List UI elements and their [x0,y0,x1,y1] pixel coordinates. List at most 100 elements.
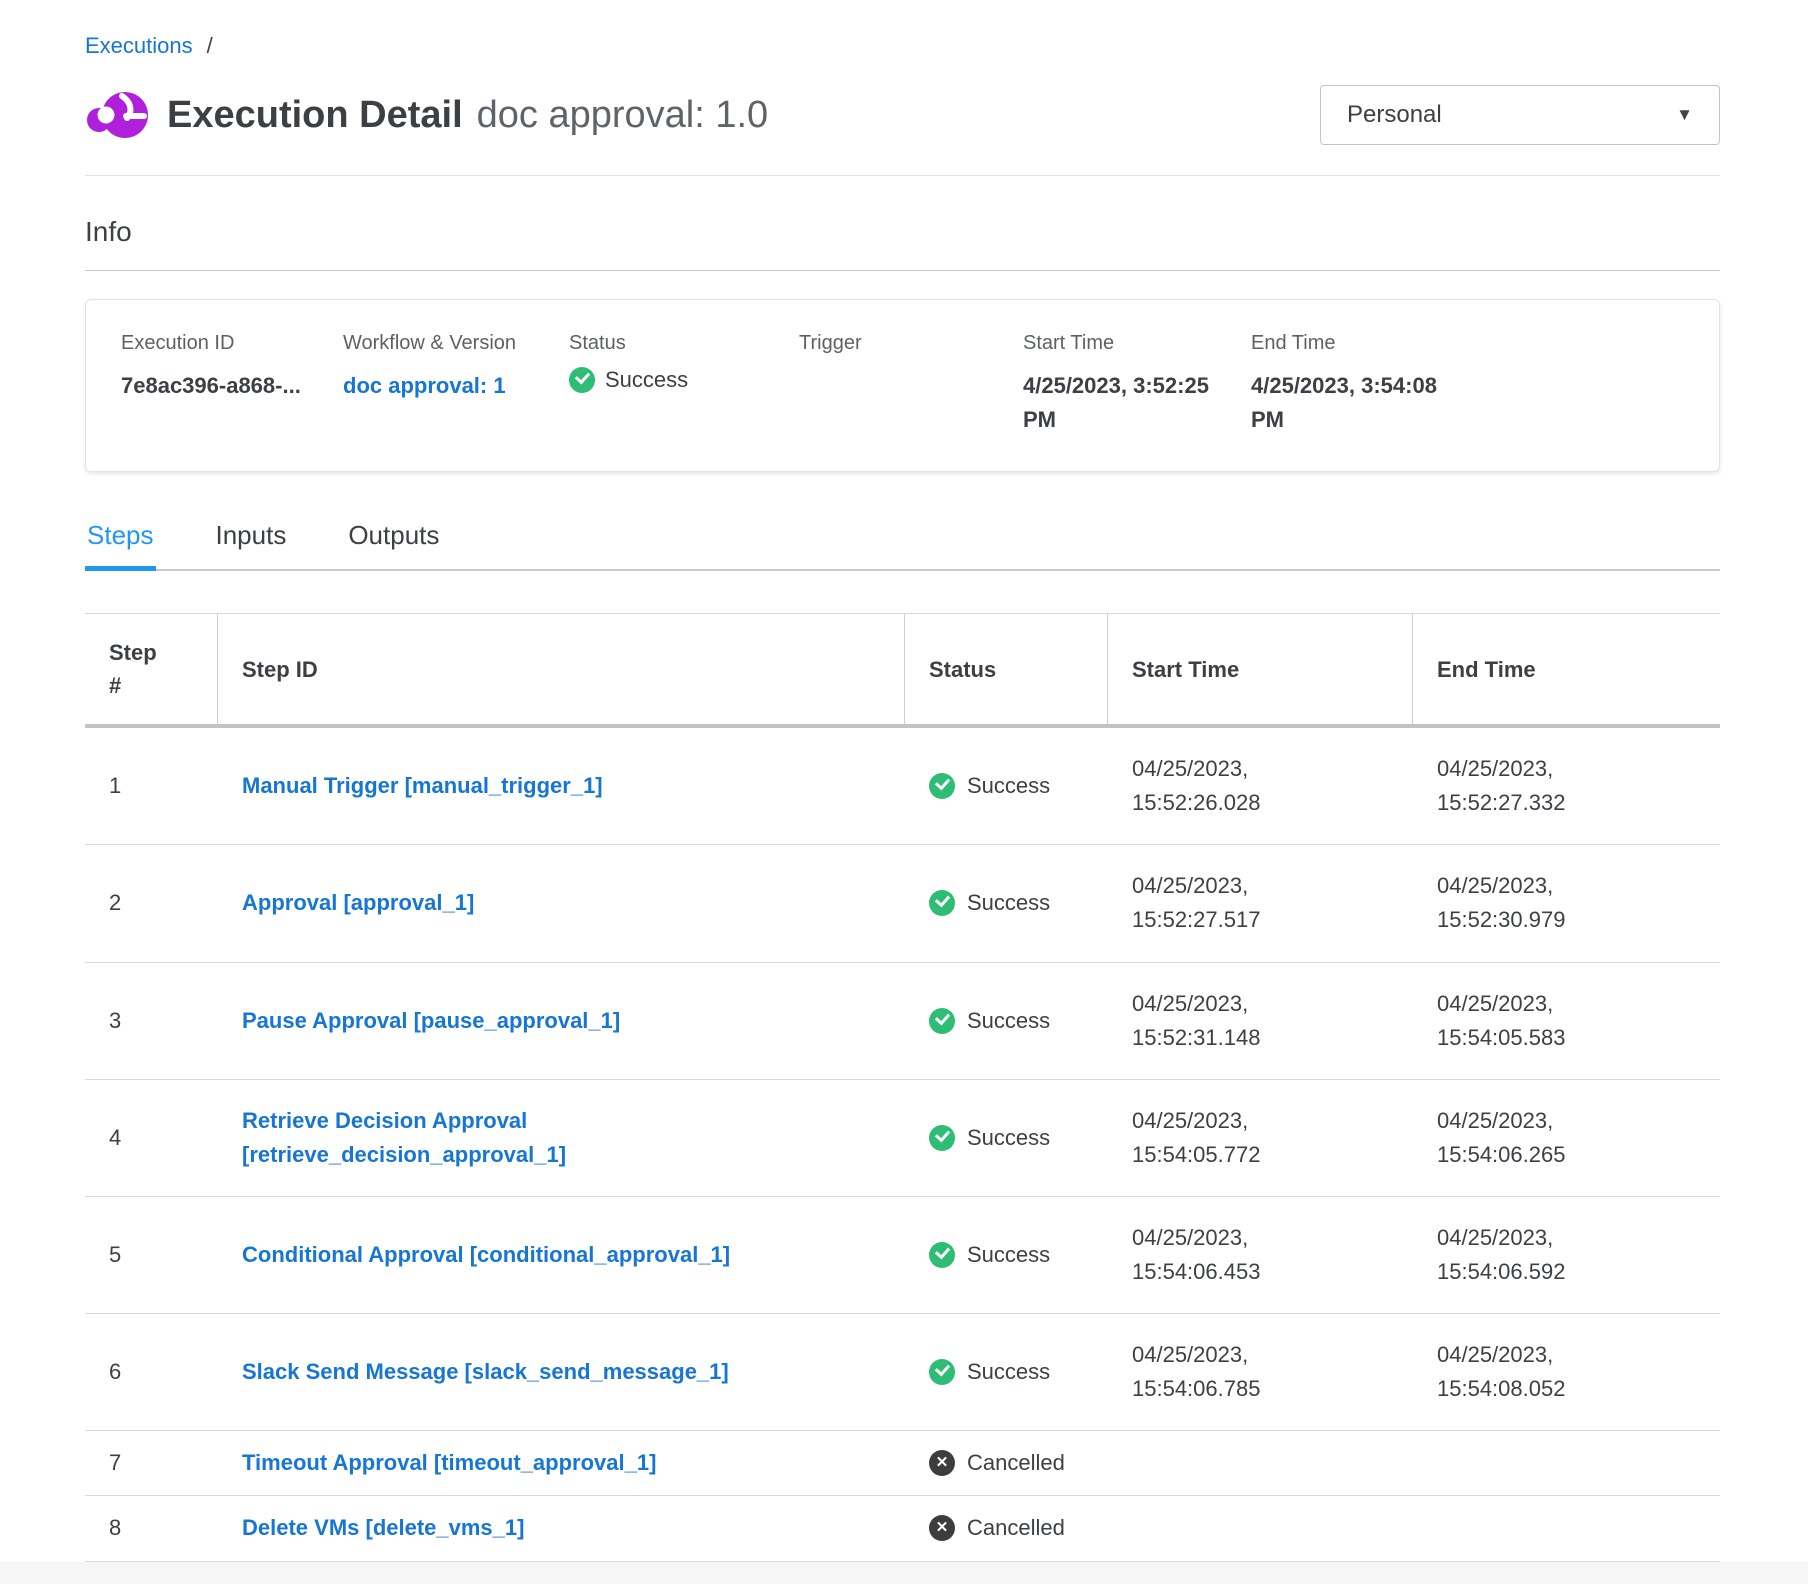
check-circle-icon [929,1125,955,1151]
x-circle-icon [929,1515,955,1541]
end-time-value: 4/25/2023, 3:54:08 PM [1251,369,1451,437]
header-step-id: Step ID [218,614,905,724]
step-number: 1 [85,769,218,803]
status-label: Status [569,332,799,355]
info-execution-id: Execution ID 7e8ac396-a868-... [121,332,343,437]
steps-table-header: Step # Step ID Status Start Time End Tim… [85,613,1720,728]
status-text: Cancelled [967,1511,1065,1545]
breadcrumb-executions-link[interactable]: Executions [85,33,193,59]
end-time-label: End Time [1251,332,1719,355]
table-row: 4 Retrieve Decision Approval [retrieve_d… [85,1080,1720,1197]
header-end-time: End Time [1413,614,1720,724]
step-start-time: 04/25/2023, 15:54:05.772 [1108,1104,1413,1172]
info-trigger: Trigger [799,332,1023,437]
step-status: Success [905,1004,1108,1038]
step-number: 5 [85,1238,218,1272]
step-start-time: 04/25/2023, 15:52:26.028 [1108,752,1413,820]
step-number: 8 [85,1511,218,1545]
info-section-title: Info [85,216,1720,248]
status-text: Success [967,1355,1050,1389]
status-text: Success [967,1121,1050,1155]
header-status: Status [905,614,1108,724]
info-divider [85,270,1720,271]
step-start-time: 04/25/2023, 15:54:06.453 [1108,1221,1413,1289]
step-start-time: 04/25/2023, 15:54:06.785 [1108,1338,1413,1406]
execution-logo-icon [85,83,151,147]
step-id-link[interactable]: Approval [approval_1] [242,886,474,920]
step-end-time: 04/25/2023, 15:52:27.332 [1413,752,1720,820]
step-end-time [1413,1446,1720,1480]
table-row: 2 Approval [approval_1] Success 04/25/20… [85,845,1720,962]
workflow-version-label: Workflow & Version [343,332,569,355]
caret-down-icon: ▼ [1676,105,1693,125]
step-status: Success [905,1238,1108,1272]
breadcrumb: Executions / [85,33,1720,59]
steps-table-body: 1 Manual Trigger [manual_trigger_1] Succ… [85,728,1720,1561]
step-end-time: 04/25/2023, 15:54:08.052 [1413,1338,1720,1406]
step-status: Success [905,886,1108,920]
breadcrumb-separator: / [207,33,213,59]
check-circle-icon [929,773,955,799]
tab-outputs[interactable]: Outputs [346,516,441,569]
table-row: 3 Pause Approval [pause_approval_1] Succ… [85,963,1720,1080]
tab-inputs[interactable]: Inputs [214,516,289,569]
check-circle-icon [929,1008,955,1034]
trigger-label: Trigger [799,332,1023,355]
steps-table: Step # Step ID Status Start Time End Tim… [85,613,1720,1561]
page-header: Execution Detail doc approval: 1.0 Perso… [85,83,1720,147]
execution-id-value: 7e8ac396-a868-... [121,369,343,403]
step-number: 6 [85,1355,218,1389]
step-start-time [1108,1511,1413,1545]
step-status: Cancelled [905,1511,1108,1545]
step-id-link[interactable]: Delete VMs [delete_vms_1] [242,1511,524,1545]
step-start-time [1108,1446,1413,1480]
table-row: 5 Conditional Approval [conditional_appr… [85,1197,1720,1314]
start-time-label: Start Time [1023,332,1251,355]
step-status: Cancelled [905,1446,1108,1480]
step-id-link[interactable]: Conditional Approval [conditional_approv… [242,1238,730,1272]
table-row: 7 Timeout Approval [timeout_approval_1] … [85,1431,1720,1496]
step-id-link[interactable]: Pause Approval [pause_approval_1] [242,1004,620,1038]
header-start-time: Start Time [1108,614,1413,724]
step-status: Success [905,1355,1108,1389]
info-start-time: Start Time 4/25/2023, 3:52:25 PM [1023,332,1251,437]
check-circle-icon [569,367,595,393]
info-status: Status Success [569,332,799,437]
status-text: Success [967,886,1050,920]
step-end-time: 04/25/2023, 15:54:05.583 [1413,987,1720,1055]
page-title: Execution Detail [167,94,463,137]
info-card: Execution ID 7e8ac396-a868-... Workflow … [85,299,1720,472]
step-end-time: 04/25/2023, 15:52:30.979 [1413,869,1720,937]
step-number: 3 [85,1004,218,1038]
status-text: Success [967,1004,1050,1038]
scope-selector-dropdown[interactable]: Personal ▼ [1320,85,1720,145]
header-divider [85,175,1720,176]
step-start-time: 04/25/2023, 15:52:31.148 [1108,987,1413,1055]
step-id-link[interactable]: Timeout Approval [timeout_approval_1] [242,1446,656,1480]
page-cutoff-strip [0,1562,1808,1584]
check-circle-icon [929,1359,955,1385]
header-step-number: Step # [85,614,218,724]
step-start-time: 04/25/2023, 15:52:27.517 [1108,869,1413,937]
check-circle-icon [929,1242,955,1268]
step-id-link[interactable]: Manual Trigger [manual_trigger_1] [242,769,603,803]
workflow-version-link[interactable]: doc approval: 1 [343,373,506,398]
step-end-time: 04/25/2023, 15:54:06.592 [1413,1221,1720,1289]
status-text: Success [967,769,1050,803]
scope-selected-value: Personal [1347,101,1442,129]
status-text: Success [967,1238,1050,1272]
step-id-link[interactable]: Slack Send Message [slack_send_message_1… [242,1355,729,1389]
step-number: 4 [85,1121,218,1155]
page-content: Executions / Execution Detail doc approv… [85,0,1720,1584]
step-status: Success [905,1121,1108,1155]
step-end-time: 04/25/2023, 15:54:06.265 [1413,1104,1720,1172]
status-text: Cancelled [967,1446,1065,1480]
table-row: 6 Slack Send Message [slack_send_message… [85,1314,1720,1431]
table-row: 8 Delete VMs [delete_vms_1] Cancelled [85,1496,1720,1561]
start-time-value: 4/25/2023, 3:52:25 PM [1023,369,1223,437]
x-circle-icon [929,1450,955,1476]
tab-steps[interactable]: Steps [85,516,156,569]
step-id-link[interactable]: Retrieve Decision Approval [retrieve_dec… [242,1104,802,1172]
step-number: 7 [85,1446,218,1480]
page-subtitle: doc approval: 1.0 [477,94,769,137]
